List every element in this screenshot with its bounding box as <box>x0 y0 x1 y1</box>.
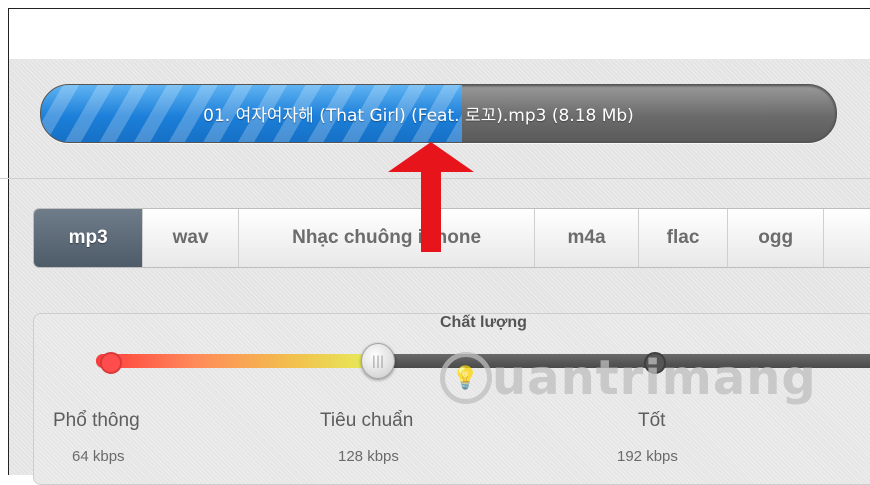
bitrate-192: 192 kbps <box>617 448 678 465</box>
top-blank-area <box>9 9 870 59</box>
tab-wav[interactable]: wav <box>143 209 239 267</box>
tab-mp3[interactable]: mp3 <box>34 209 144 267</box>
site-watermark: 💡 uantrimang <box>440 350 817 406</box>
grip-icon: ||| <box>371 354 385 368</box>
tab-ogg[interactable]: ogg <box>728 209 824 267</box>
bitrate-128: 128 kbps <box>338 448 399 465</box>
lightbulb-icon: 💡 <box>440 352 492 404</box>
level-label-standard: Tiêu chuẩn <box>320 410 414 431</box>
bitrate-64: 64 kbps <box>72 448 125 465</box>
quality-slider-handle[interactable]: ||| <box>361 343 395 379</box>
file-name-label: 01. 여자여자해 (That Girl) (Feat. 로꼬).mp3 (8.… <box>203 106 634 126</box>
slider-stop-64[interactable] <box>100 352 122 374</box>
quality-title: Chất lượng <box>440 314 527 331</box>
tab-flac[interactable]: flac <box>638 209 729 267</box>
watermark-text: uantrimang <box>492 350 817 406</box>
quality-slider-fill <box>96 354 377 368</box>
red-arrow-annotation <box>388 142 474 252</box>
tab-m4a[interactable]: m4a <box>535 209 639 267</box>
upload-progress-bar: 01. 여자여자해 (That Girl) (Feat. 로꼬).mp3 (8.… <box>40 84 837 143</box>
level-label-good: Tốt <box>638 410 666 431</box>
tab-more[interactable] <box>823 209 870 267</box>
level-label-economy: Phổ thông <box>53 410 140 431</box>
